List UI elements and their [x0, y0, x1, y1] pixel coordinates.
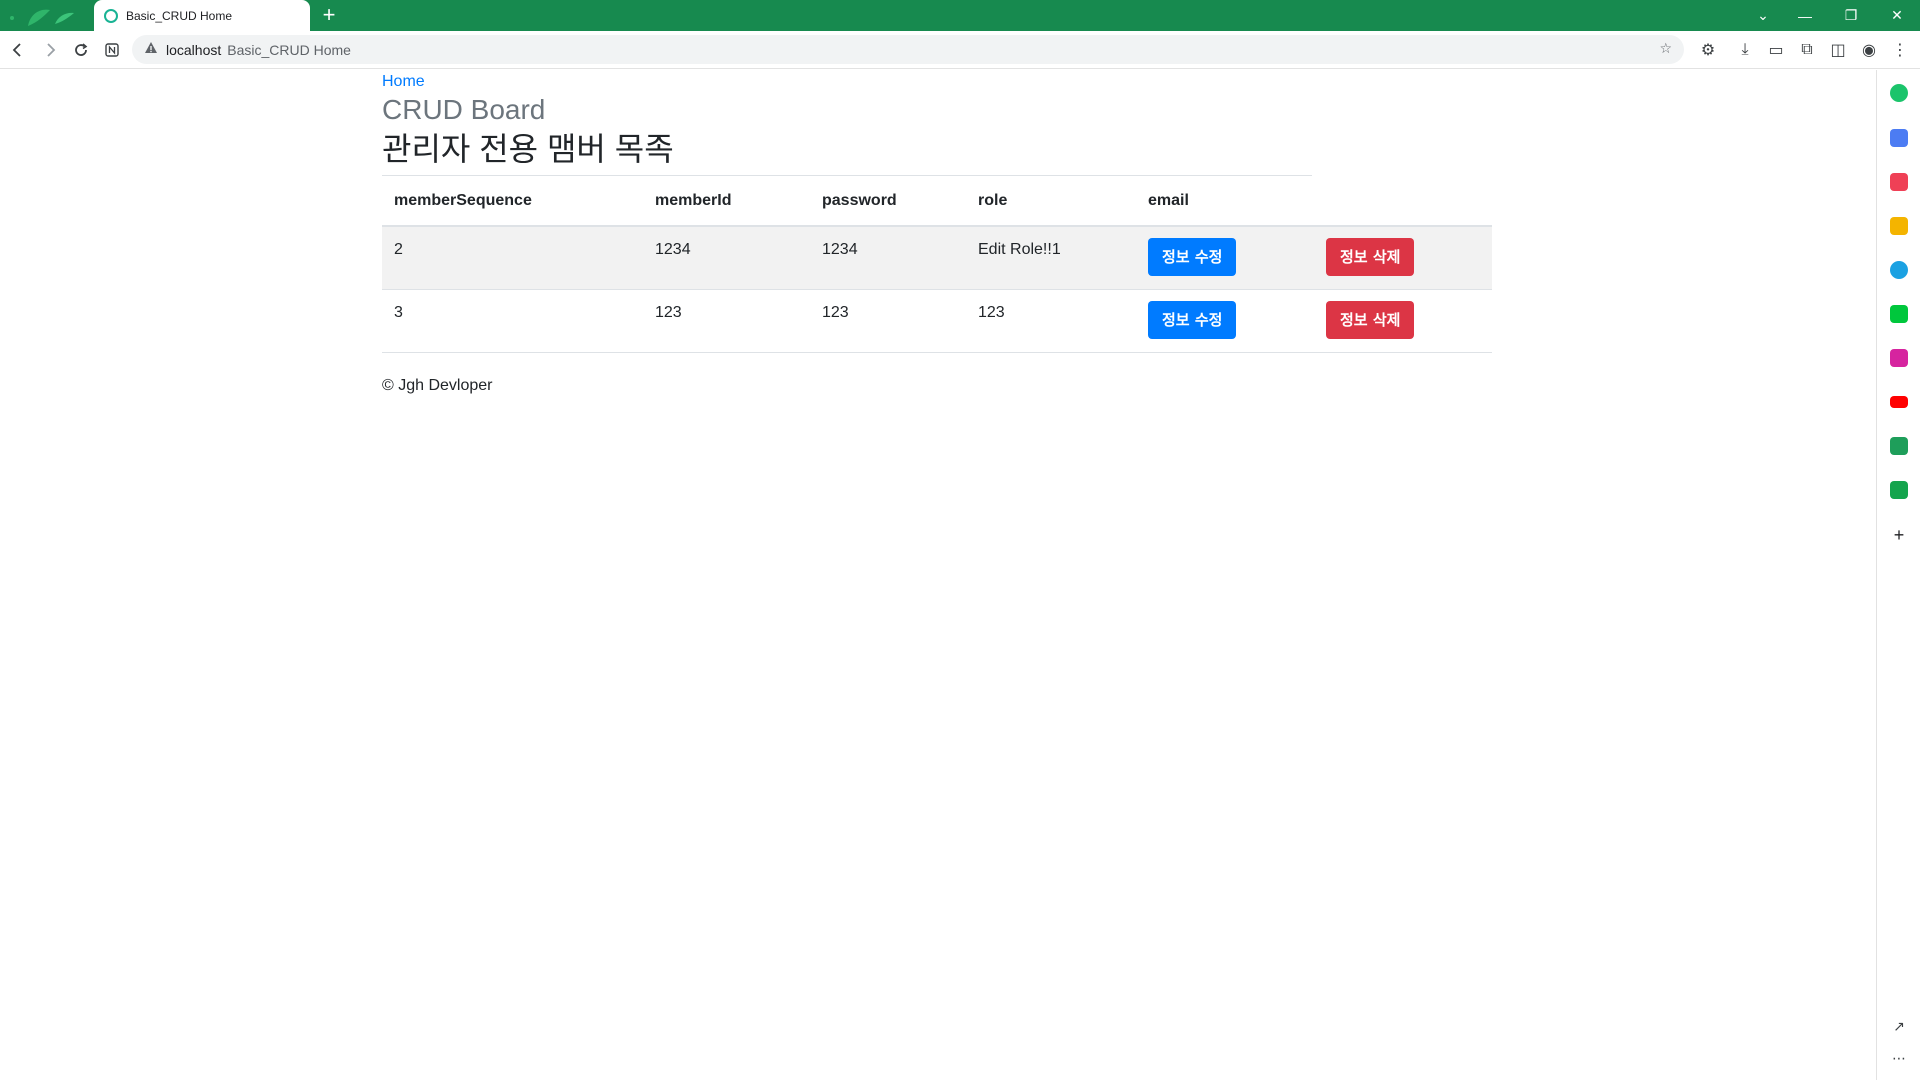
cell-delete: 정보 삭제: [1314, 289, 1492, 353]
add-favorite-icon[interactable]: ☆: [1659, 40, 1672, 57]
favorites-icon[interactable]: [1890, 217, 1908, 235]
browser-tab-bar: Basic_CRUD Home + ⌄ — ❐ ✕: [0, 0, 1920, 31]
home-link[interactable]: Home: [382, 73, 1492, 91]
pocket-icon[interactable]: [1890, 173, 1908, 191]
cell-member-id: 123: [643, 289, 810, 353]
edit-info-button[interactable]: 정보 수정: [1148, 238, 1237, 276]
downloads-icon[interactable]: ⤓: [1733, 38, 1757, 62]
header-member-id: memberId: [643, 176, 810, 227]
cell-member-sequence: 2: [382, 226, 643, 290]
cell-member-id: 1234: [643, 226, 810, 290]
cell-delete: 정보 삭제: [1314, 226, 1492, 290]
instagram-icon[interactable]: [1890, 349, 1908, 367]
brand-title: CRUD Board: [382, 94, 546, 125]
cell-role: Edit Role!!1: [966, 226, 1136, 290]
open-external-icon[interactable]: ↗: [1889, 1018, 1909, 1035]
webtoon-icon[interactable]: [1890, 305, 1908, 323]
cell-password: 123: [810, 289, 966, 353]
close-window-button[interactable]: ✕: [1874, 0, 1920, 31]
restore-button[interactable]: ❐: [1828, 0, 1874, 31]
table-header-row: memberSequence memberId password role em…: [382, 176, 1492, 227]
split-screen-icon[interactable]: ◫: [1826, 38, 1850, 62]
new-tab-button[interactable]: +: [316, 3, 342, 29]
member-table: memberSequence memberId password role em…: [382, 176, 1492, 353]
address-path: Basic_CRUD Home: [227, 41, 351, 58]
collections-icon[interactable]: ▭: [1764, 38, 1788, 62]
back-icon[interactable]: [6, 38, 30, 62]
notion-extension-icon[interactable]: [100, 38, 124, 62]
reload-icon[interactable]: [69, 38, 93, 62]
page-container: Home CRUD Board 관리자 전용 맴버 목족 memberSeque…: [382, 70, 1492, 395]
page-title: 관리자 전용 맴버 목족: [382, 131, 674, 167]
cell-password: 1234: [810, 226, 966, 290]
minimize-button[interactable]: —: [1782, 0, 1828, 31]
page-footer: © Jgh Devloper: [382, 376, 493, 394]
profile-icon[interactable]: ◉: [1857, 38, 1881, 62]
table-row: 3 123 123 123 정보 수정 정보 삭제: [382, 289, 1492, 353]
header-email: email: [1136, 176, 1314, 227]
cell-email-edit: 정보 수정: [1136, 226, 1314, 290]
page-favicon-icon: [104, 8, 118, 23]
more-options-icon[interactable]: ⋮: [1888, 38, 1912, 62]
active-tab[interactable]: Basic_CRUD Home: [94, 0, 310, 31]
screenshot-icon[interactable]: ⧉: [1795, 38, 1819, 62]
cell-email-edit: 정보 수정: [1136, 289, 1314, 353]
edit-info-button[interactable]: 정보 수정: [1148, 300, 1237, 339]
address-bar[interactable]: localhost Basic_CRUD Home ☆: [132, 35, 1684, 64]
copilot-icon[interactable]: [1890, 84, 1908, 102]
table-row: 2 1234 1234 Edit Role!!1 정보 수정 정보 삭제: [382, 226, 1492, 290]
add-sidebar-app-icon[interactable]: +: [1889, 525, 1909, 546]
stocks-icon[interactable]: [1890, 437, 1908, 455]
tab-search-chevron-icon[interactable]: ⌄: [1740, 0, 1786, 31]
browser-toolbar: localhost Basic_CRUD Home ☆ ⚙ ⤓ ▭ ⧉ ◫ ◉ …: [0, 31, 1920, 69]
browser-theme-decoration: [0, 0, 94, 31]
shopping-icon[interactable]: [1890, 481, 1908, 499]
cell-role: 123: [966, 289, 1136, 353]
header-member-sequence: memberSequence: [382, 176, 643, 227]
extensions-icon[interactable]: ⚙: [1696, 38, 1720, 62]
address-host: localhost: [166, 41, 222, 58]
header-actions: [1314, 176, 1492, 227]
cell-member-sequence: 3: [382, 289, 643, 353]
site-warning-icon[interactable]: [144, 41, 158, 58]
sidebar-more-icon[interactable]: ⋯: [1889, 1050, 1909, 1067]
header-role: role: [966, 176, 1136, 227]
calendar-icon[interactable]: [1890, 129, 1908, 147]
edge-icon[interactable]: [1890, 261, 1908, 279]
tab-title: Basic_CRUD Home: [126, 8, 233, 23]
header-password: password: [810, 176, 966, 227]
browser-sidebar: + ↗ ⋯: [1876, 70, 1920, 1080]
delete-info-button[interactable]: 정보 삭제: [1326, 300, 1415, 339]
youtube-icon[interactable]: [1890, 396, 1908, 408]
forward-icon[interactable]: [38, 38, 62, 62]
delete-info-button[interactable]: 정보 삭제: [1326, 238, 1415, 276]
